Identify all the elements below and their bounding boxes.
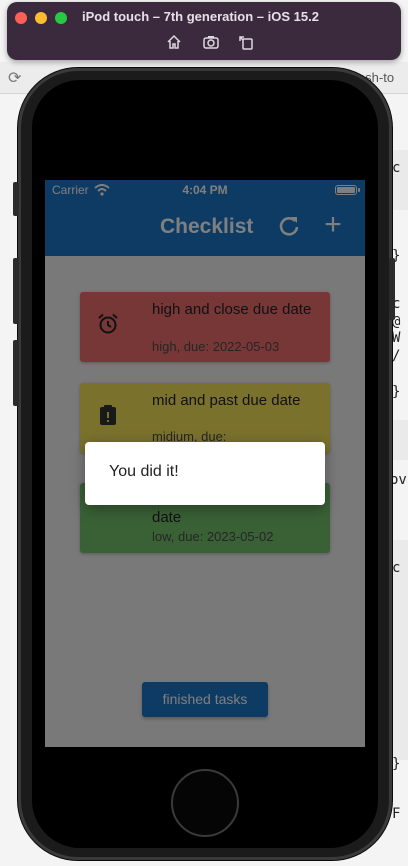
code-text: } [392,756,401,772]
code-text: W [392,330,401,346]
browser-reload-icon[interactable]: ⟳ [8,68,21,88]
code-text: c [392,160,401,176]
window-close-button[interactable] [15,12,27,24]
volume-up-button [13,258,19,324]
volume-down-button [13,340,19,406]
dialog-message: You did it! [109,463,179,480]
code-text: F [392,806,401,822]
app-screen: Carrier 4:04 PM Checklist + high and clo… [45,180,365,747]
code-text: c [392,560,401,576]
power-button [389,258,395,320]
code-text: ov [390,472,407,488]
simulator-title-bar: iPod touch – 7th generation – iOS 15.2 [7,2,401,60]
screenshot-icon[interactable] [202,33,220,51]
device-home-button[interactable] [171,769,239,837]
mute-switch [13,182,19,216]
alert-dialog: You did it! [85,442,325,505]
code-text: } [392,384,401,400]
window-minimize-button[interactable] [35,12,47,24]
rotate-icon[interactable] [237,33,255,51]
simulator-title: iPod touch – 7th generation – iOS 15.2 [82,9,319,24]
code-block [392,150,408,210]
home-icon[interactable] [165,33,183,51]
code-text: / [392,348,401,364]
code-block [392,420,408,460]
window-zoom-button[interactable] [55,12,67,24]
